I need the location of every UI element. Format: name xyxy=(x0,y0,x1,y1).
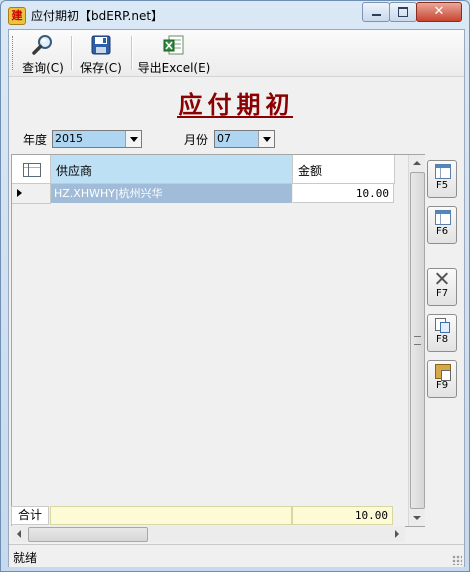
export-excel-button[interactable]: 导出Excel(E) xyxy=(137,32,211,75)
horizontal-scroll-thumb[interactable] xyxy=(28,527,148,542)
scroll-left-arrow-icon[interactable] xyxy=(11,526,27,542)
year-label: 年度 xyxy=(23,133,48,147)
application-window: 建 应付期初【bdERP.net】 ✕ 查询(C) 保存(C) 导出Excel(… xyxy=(0,0,470,572)
scroll-right-arrow-icon[interactable] xyxy=(389,526,405,542)
f8-button[interactable]: F8 xyxy=(427,314,457,352)
month-label: 月份 xyxy=(184,133,209,147)
f7-button[interactable]: F7 xyxy=(427,268,457,306)
window-title: 应付期初【bdERP.net】 xyxy=(31,9,164,23)
minimize-button[interactable] xyxy=(362,2,390,22)
copy-icon xyxy=(435,318,450,333)
f5-button[interactable]: F5 xyxy=(427,160,457,198)
f8-key-label: F8 xyxy=(435,334,449,345)
total-label: 合计 xyxy=(11,506,49,525)
query-button[interactable]: 查询(C) xyxy=(19,32,67,75)
scroll-down-arrow-icon[interactable] xyxy=(409,510,425,526)
save-button[interactable]: 保存(C) xyxy=(77,32,125,75)
toolbar-grip[interactable] xyxy=(12,36,16,70)
row-indicator-arrow-icon[interactable] xyxy=(12,184,51,204)
chevron-down-icon[interactable] xyxy=(125,131,141,147)
client-area: 查询(C) 保存(C) 导出Excel(E) 应付期初 年度 2015 月份 0… xyxy=(8,29,465,567)
total-amount: 10.00 xyxy=(292,506,393,525)
amount-cell[interactable]: 10.00 xyxy=(293,184,394,203)
table-icon xyxy=(23,163,41,177)
grid-add-icon xyxy=(435,164,451,179)
close-icon: ✕ xyxy=(433,4,445,19)
title-bar[interactable]: 建 应付期初【bdERP.net】 ✕ xyxy=(1,1,469,27)
year-dropdown[interactable]: 2015 xyxy=(52,130,142,148)
save-button-label: 保存(C) xyxy=(80,61,122,75)
maximize-button[interactable] xyxy=(389,2,417,22)
delete-x-icon xyxy=(435,272,449,285)
toolbar-separator xyxy=(71,36,73,70)
f7-key-label: F7 xyxy=(435,288,449,299)
toolbar-separator xyxy=(131,36,133,70)
status-text: 就绪 xyxy=(13,551,38,565)
column-header-vendor[interactable]: 供应商 xyxy=(51,155,293,184)
month-dropdown[interactable]: 07 xyxy=(214,130,275,148)
export-excel-button-label: 导出Excel(E) xyxy=(137,61,211,75)
grid-insert-icon xyxy=(435,210,451,225)
query-button-label: 查询(C) xyxy=(22,61,64,75)
column-header-amount[interactable]: 金额 xyxy=(293,155,395,184)
form-title: 应付期初 xyxy=(178,90,295,119)
vertical-scroll-thumb[interactable] xyxy=(410,172,425,509)
total-vendor-cell xyxy=(50,506,292,525)
f9-button[interactable]: F9 xyxy=(427,360,457,398)
scroll-up-arrow-icon[interactable] xyxy=(409,155,425,171)
vertical-scrollbar[interactable] xyxy=(408,155,425,526)
f5-key-label: F5 xyxy=(435,180,449,191)
floppy-disk-icon xyxy=(91,35,111,55)
f6-key-label: F6 xyxy=(435,226,449,237)
f9-key-label: F9 xyxy=(435,380,449,391)
year-value: 2015 xyxy=(53,131,125,147)
column-header-vendor-label: 供应商 xyxy=(56,164,93,178)
column-header-amount-label: 金额 xyxy=(298,164,323,178)
grid-corner-header[interactable] xyxy=(12,155,51,184)
status-bar: 就绪 xyxy=(9,544,464,567)
f6-button[interactable]: F6 xyxy=(427,206,457,244)
resize-grip-icon[interactable] xyxy=(452,555,462,565)
month-value: 07 xyxy=(215,131,258,147)
vendor-cell[interactable]: HZ.XHWHY|杭州兴华 xyxy=(51,184,292,203)
toolbar: 查询(C) 保存(C) 导出Excel(E) xyxy=(9,30,464,77)
excel-icon xyxy=(163,35,184,55)
form-title-underline xyxy=(177,116,293,118)
chevron-down-icon[interactable] xyxy=(258,131,274,147)
close-button[interactable]: ✕ xyxy=(416,2,462,22)
paste-icon xyxy=(435,364,451,381)
total-row: 合计 10.00 xyxy=(11,506,407,525)
data-grid: 供应商 金额 HZ.XHWHY|杭州兴华 10.00 xyxy=(11,154,425,527)
horizontal-scrollbar[interactable] xyxy=(11,526,405,542)
app-logo-icon[interactable]: 建 xyxy=(8,7,26,25)
magnifier-icon xyxy=(32,35,52,55)
